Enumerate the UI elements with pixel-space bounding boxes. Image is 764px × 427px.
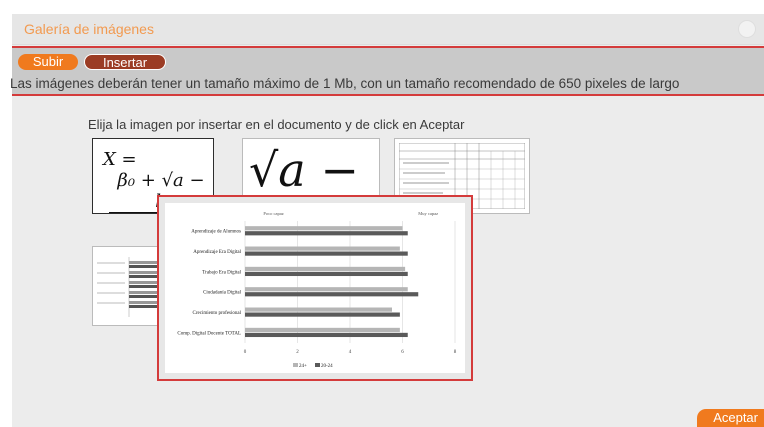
header-right-label: Muy capaz [418, 211, 438, 216]
x-tick-label: 2 [296, 350, 299, 355]
x-tick-label: 6 [401, 350, 404, 355]
x-tick-label: 0 [244, 350, 247, 355]
bar [245, 231, 408, 236]
insert-button[interactable]: Insertar [84, 54, 166, 70]
bar [245, 332, 408, 338]
category-label: Ciudadanía Digital [203, 291, 242, 296]
accept-button[interactable]: Aceptar [697, 409, 764, 427]
upload-button[interactable]: Subir [18, 54, 78, 70]
category-label: Comp. Digital Docente TOTAL [177, 331, 241, 336]
bar [245, 292, 419, 297]
bar [245, 287, 408, 292]
bar [245, 246, 400, 251]
bar-chart: 0 2 4 6 8 Poco capaz Muy capaz Aprendizaje de A… [177, 211, 457, 369]
toolbar: Subir Insertar Las imágenes deberán tene… [10, 46, 764, 96]
legend-swatch [315, 363, 320, 367]
category-label: Crecimiento profesional [193, 311, 242, 316]
category-label: Aprendizaje de Alumnos [191, 230, 241, 235]
x-tick-label: 4 [349, 350, 352, 355]
image-preview[interactable]: 0 2 4 6 8 Poco capaz Muy capaz Aprendizaje de A… [157, 195, 473, 381]
bar [245, 251, 408, 256]
bar [245, 327, 400, 333]
legend-label: 20-24 [321, 364, 333, 369]
preview-chart-area: 0 2 4 6 8 Poco capaz Muy capaz Aprendizaje de A… [165, 203, 465, 373]
bar [245, 307, 392, 312]
header-left-label: Poco capaz [263, 211, 283, 216]
formula-lhs: X = [103, 149, 137, 170]
legend-swatch [293, 363, 298, 367]
size-info-text: Las imágenes deberán tener un tamaño máx… [10, 76, 680, 91]
bar [245, 271, 408, 277]
category-label: Aprendizaje Era Digital [193, 250, 241, 255]
image-gallery-dialog: Galería de imágenes Subir Insertar Las i… [10, 14, 764, 427]
close-icon[interactable] [738, 20, 756, 38]
category-label: Trabajo Era Digital [202, 270, 241, 275]
bar [245, 226, 403, 231]
legend-label: 24+ [299, 364, 307, 369]
dialog-titlebar: Galería de imágenes [12, 14, 764, 45]
dialog-title: Galería de imágenes [24, 21, 154, 37]
bar [245, 266, 406, 272]
instruction-text: Elija la imagen por insertar en el docum… [88, 117, 465, 132]
bar [245, 312, 400, 317]
x-tick-label: 8 [454, 350, 457, 355]
